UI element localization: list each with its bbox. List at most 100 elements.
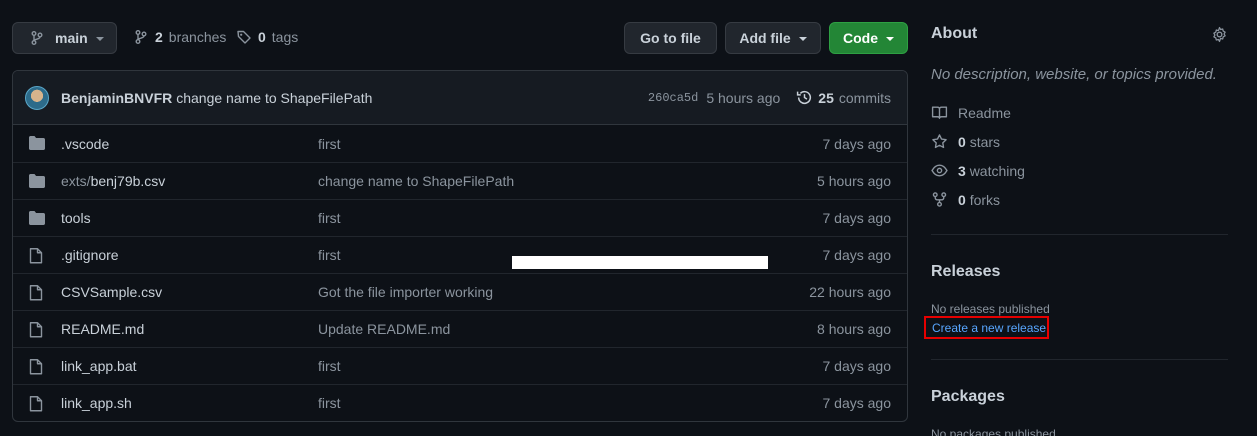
- readme-label: Readme: [958, 104, 1011, 121]
- file-name-text[interactable]: tools: [61, 210, 91, 226]
- book-icon: [931, 104, 948, 121]
- file-age: 7 days ago: [822, 210, 892, 226]
- star-icon: [931, 133, 948, 150]
- file-name[interactable]: .vscode: [61, 136, 109, 152]
- watching-count: 3: [958, 162, 966, 179]
- branches-label: branches: [168, 29, 227, 45]
- commits-count: 25: [818, 89, 834, 106]
- file-row[interactable]: exts/benj79b.csv change name to ShapeFile…: [13, 162, 907, 199]
- tag-icon: [236, 29, 252, 45]
- file-commit-message[interactable]: Got the file importer working: [318, 284, 493, 300]
- branch-icon: [133, 29, 149, 45]
- file-list: .vscode first 7 days ago exts/benj79b.csv ch…: [13, 125, 907, 421]
- file-commit-message[interactable]: Update README.md: [318, 321, 450, 337]
- file-row[interactable]: link_app.bat first 7 days ago: [13, 347, 907, 384]
- sidebar-divider: [931, 234, 1228, 235]
- history-icon: [796, 89, 813, 106]
- tags-link[interactable]: 0 tags: [236, 29, 298, 45]
- chevron-down-icon: [886, 37, 894, 41]
- about-heading: About: [931, 25, 978, 42]
- watching-link[interactable]: 3 watching: [931, 162, 1025, 179]
- file-name-text[interactable]: .gitignore: [61, 247, 119, 263]
- file-name-text[interactable]: README.md: [61, 321, 144, 337]
- file-age: 8 hours ago: [817, 321, 891, 337]
- file-name[interactable]: CSVSample.csv: [61, 284, 162, 300]
- packages-heading[interactable]: Packages: [931, 388, 1005, 406]
- go-to-file-button[interactable]: Go to file: [624, 22, 717, 54]
- file-age: 7 days ago: [822, 247, 892, 263]
- file-name[interactable]: README.md: [61, 321, 144, 337]
- folder-icon: [29, 211, 45, 225]
- folder-icon: [29, 174, 45, 188]
- fork-icon: [931, 191, 948, 208]
- folder-icon: [29, 136, 45, 150]
- file-name[interactable]: .gitignore: [61, 247, 119, 263]
- branch-name: main: [55, 30, 88, 46]
- redaction-bar: [512, 256, 768, 269]
- file-name-text[interactable]: CSVSample.csv: [61, 284, 162, 300]
- create-release-link[interactable]: Create a new release: [924, 316, 1049, 339]
- file-row[interactable]: CSVSample.csv Got the file importer worki…: [13, 273, 907, 310]
- file-commit-message[interactable]: change name to ShapeFilePath: [318, 173, 514, 189]
- stars-count: 0: [958, 133, 966, 150]
- branch-select-button[interactable]: main: [12, 22, 117, 54]
- add-file-label: Add file: [739, 30, 791, 46]
- file-name[interactable]: tools: [61, 210, 91, 226]
- latest-commit-bar: BenjaminBNVFR change name to ShapeFilePa…: [13, 71, 907, 125]
- file-age: 7 days ago: [822, 395, 892, 411]
- file-commit-message[interactable]: first: [318, 395, 341, 411]
- commits-link[interactable]: 25 commits: [796, 89, 891, 106]
- repo-description: No description, website, or topics provi…: [931, 66, 1217, 83]
- sidebar-divider: [931, 359, 1228, 360]
- tags-count: 0: [258, 29, 266, 45]
- file-name[interactable]: link_app.sh: [61, 395, 132, 411]
- commit-time: 5 hours ago: [706, 89, 781, 106]
- file-commit-message[interactable]: first: [318, 358, 341, 374]
- file-icon: [29, 248, 43, 264]
- branches-link[interactable]: 2 branches: [133, 29, 226, 45]
- stars-label: stars: [969, 133, 1001, 150]
- add-file-button[interactable]: Add file: [725, 22, 821, 54]
- file-commit-message[interactable]: first: [318, 136, 341, 152]
- avatar[interactable]: [25, 85, 49, 110]
- file-name-text[interactable]: link_app.bat: [61, 358, 137, 374]
- tags-label: tags: [271, 29, 299, 45]
- file-name-text[interactable]: .vscode: [61, 136, 109, 152]
- file-row[interactable]: tools first 7 days ago: [13, 199, 907, 236]
- commit-author[interactable]: BenjaminBNVFR: [61, 90, 172, 106]
- forks-label: forks: [969, 191, 1001, 208]
- file-icon: [29, 396, 43, 412]
- file-row[interactable]: .vscode first 7 days ago: [13, 125, 907, 162]
- commit-message[interactable]: change name to ShapeFilePath: [176, 90, 372, 106]
- eye-icon: [931, 162, 948, 179]
- branch-icon: [29, 30, 45, 46]
- branches-count: 2: [155, 29, 163, 45]
- readme-link[interactable]: Readme: [931, 104, 1011, 121]
- file-name[interactable]: link_app.bat: [61, 358, 137, 374]
- file-age: 7 days ago: [822, 358, 892, 374]
- no-releases-text: No releases published: [931, 302, 1050, 316]
- file-commit-message[interactable]: first: [318, 210, 341, 226]
- file-age: 22 hours ago: [809, 284, 891, 300]
- create-release-label: Create a new release: [932, 320, 1047, 335]
- file-commit-message[interactable]: first: [318, 247, 341, 263]
- file-age: 5 hours ago: [817, 173, 891, 189]
- file-row[interactable]: .gitignore first 7 days ago: [13, 236, 907, 273]
- stars-link[interactable]: 0 stars: [931, 133, 1000, 150]
- commit-sha[interactable]: 260ca5d: [648, 91, 698, 105]
- chevron-down-icon: [798, 37, 807, 41]
- file-name-part[interactable]: benj79b.csv: [91, 173, 166, 189]
- releases-heading[interactable]: Releases: [931, 263, 1000, 281]
- forks-link[interactable]: 0 forks: [931, 191, 1000, 208]
- file-row[interactable]: README.md Update README.md 8 hours ago: [13, 310, 907, 347]
- gear-icon[interactable]: [1211, 26, 1228, 43]
- forks-count: 0: [958, 191, 966, 208]
- file-age: 7 days ago: [822, 135, 892, 152]
- file-dir[interactable]: exts/: [61, 173, 91, 189]
- file-icon: [29, 359, 43, 375]
- commit-meta: 260ca5d 5 hours ago 25 commits: [648, 89, 891, 106]
- file-name[interactable]: exts/benj79b.csv: [61, 173, 165, 189]
- file-name-text[interactable]: link_app.sh: [61, 395, 132, 411]
- file-row[interactable]: link_app.sh first 7 days ago: [13, 384, 907, 421]
- code-button[interactable]: Code: [829, 22, 908, 54]
